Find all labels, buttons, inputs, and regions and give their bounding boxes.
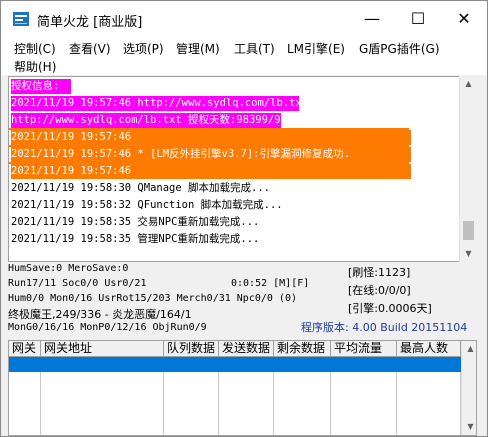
status-counts: Hum0/0 Mon0/16 UsrRot15/203 Merch0/31 Np…	[8, 293, 297, 304]
title-bar[interactable]: 简单火龙 [商业版] — ☐ ✕	[1, 1, 487, 37]
log-line: 2021/11/19 19:57:46	[11, 130, 411, 145]
status-runtime: 0:0:52 [M][F]	[231, 278, 310, 289]
column-header[interactable]: 网关地址	[41, 341, 164, 357]
menu-options[interactable]: 选项(P)	[123, 40, 164, 57]
program-version: 程序版本: 4.00 Build 20151104	[301, 321, 468, 334]
status-save: HumSave:0 MeroSave:0	[8, 263, 129, 274]
column-header[interactable]: 队列数据	[164, 341, 219, 357]
minimize-icon: —	[364, 9, 380, 28]
status-run: Run17/11 Soc0/0 Usr0/21	[8, 278, 147, 289]
maximize-button[interactable]: ☐	[395, 1, 441, 37]
scroll-down-icon[interactable]: ▼	[462, 419, 476, 435]
close-icon: ✕	[457, 9, 471, 28]
log-line: 2021/11/19 19:57:46 http://www.sydlq.com…	[11, 96, 309, 111]
column-header[interactable]: 发送数据	[219, 341, 274, 357]
scroll-down-icon[interactable]: ▼	[460, 246, 477, 262]
menu-manage[interactable]: 管理(M)	[176, 40, 220, 57]
log-line: 2021/11/19 19:58:30 QManage 脚本加载完成...	[11, 182, 270, 194]
app-icon	[13, 12, 29, 26]
status-monsters: MonG0/16/16 MonP0/12/16 ObjRun0/9	[8, 322, 207, 333]
window-title: 简单火龙 [商业版]	[37, 15, 143, 30]
minimize-button[interactable]: —	[349, 1, 395, 37]
column-header[interactable]: 网关	[9, 341, 41, 357]
engine-days: [引擎:0.0006天]	[348, 302, 432, 315]
log-line: 2021/11/19 19:57:46 * [LM反外挂引擎v3.7]:引擎漏洞…	[11, 147, 411, 162]
maximize-icon: ☐	[410, 9, 426, 28]
menu-control[interactable]: 控制(C)	[14, 40, 56, 57]
table-scrollbar[interactable]: ▲ ▼	[461, 341, 476, 435]
log-line: 2021/11/19 19:58:35 管理NPC重新加载完成...	[11, 233, 260, 245]
menu-bar: 控制(C) 查看(V) 选项(P) 管理(M) 工具(T) LM引擎(E) G盾…	[1, 37, 487, 75]
column-header[interactable]: 剩余数据	[274, 341, 331, 357]
main-window: 简单火龙 [商业版] — ☐ ✕ 控制(C) 查看(V) 选项(P) 管理(M)…	[0, 0, 488, 437]
menu-tools[interactable]: 工具(T)	[234, 40, 275, 57]
log-line: 2021/11/19 19:58:32 QFunction 脚本加载完成...	[11, 199, 283, 211]
table-row-selected[interactable]	[9, 357, 461, 372]
scroll-up-icon[interactable]: ▲	[460, 76, 477, 92]
log-panel[interactable]: 授权信息: 2021/11/19 19:57:46 http://www.syd…	[8, 76, 477, 262]
gateway-table[interactable]: 网关 网关地址 队列数据 发送数据 剩余数据 平均流量 最高人数 ▲ ▼	[8, 340, 477, 436]
log-line: 2021/11/19 19:57:46	[11, 164, 411, 179]
log-line: 2021/11/19 19:58:35 交易NPC重新加载完成...	[11, 216, 260, 228]
log-line: 授权信息:	[11, 79, 71, 94]
menu-help[interactable]: 帮助(H)	[14, 58, 56, 75]
log-scrollbar[interactable]: ▲ ▼	[459, 76, 477, 262]
column-header[interactable]: 最高人数	[397, 341, 461, 357]
status-boss: 终极魔王,249/336 - 炎龙恶魔/164/1	[8, 308, 192, 321]
online-count: [在线:0/0/0]	[348, 284, 411, 297]
menu-lm-engine[interactable]: LM引擎(E)	[287, 40, 345, 57]
scroll-up-icon[interactable]: ▲	[462, 341, 476, 357]
refresh-monster-count: [刷怪:1123]	[348, 266, 411, 279]
menu-g-shield-plugin[interactable]: G盾PG插件(G)	[359, 40, 440, 57]
column-header[interactable]: 平均流量	[331, 341, 397, 357]
log-line: http://www.sydlq.com/lb.txt 授权天数:98399/9…	[11, 113, 306, 128]
menu-view[interactable]: 查看(V)	[69, 40, 111, 57]
scroll-thumb[interactable]	[463, 221, 474, 240]
close-button[interactable]: ✕	[441, 1, 487, 37]
